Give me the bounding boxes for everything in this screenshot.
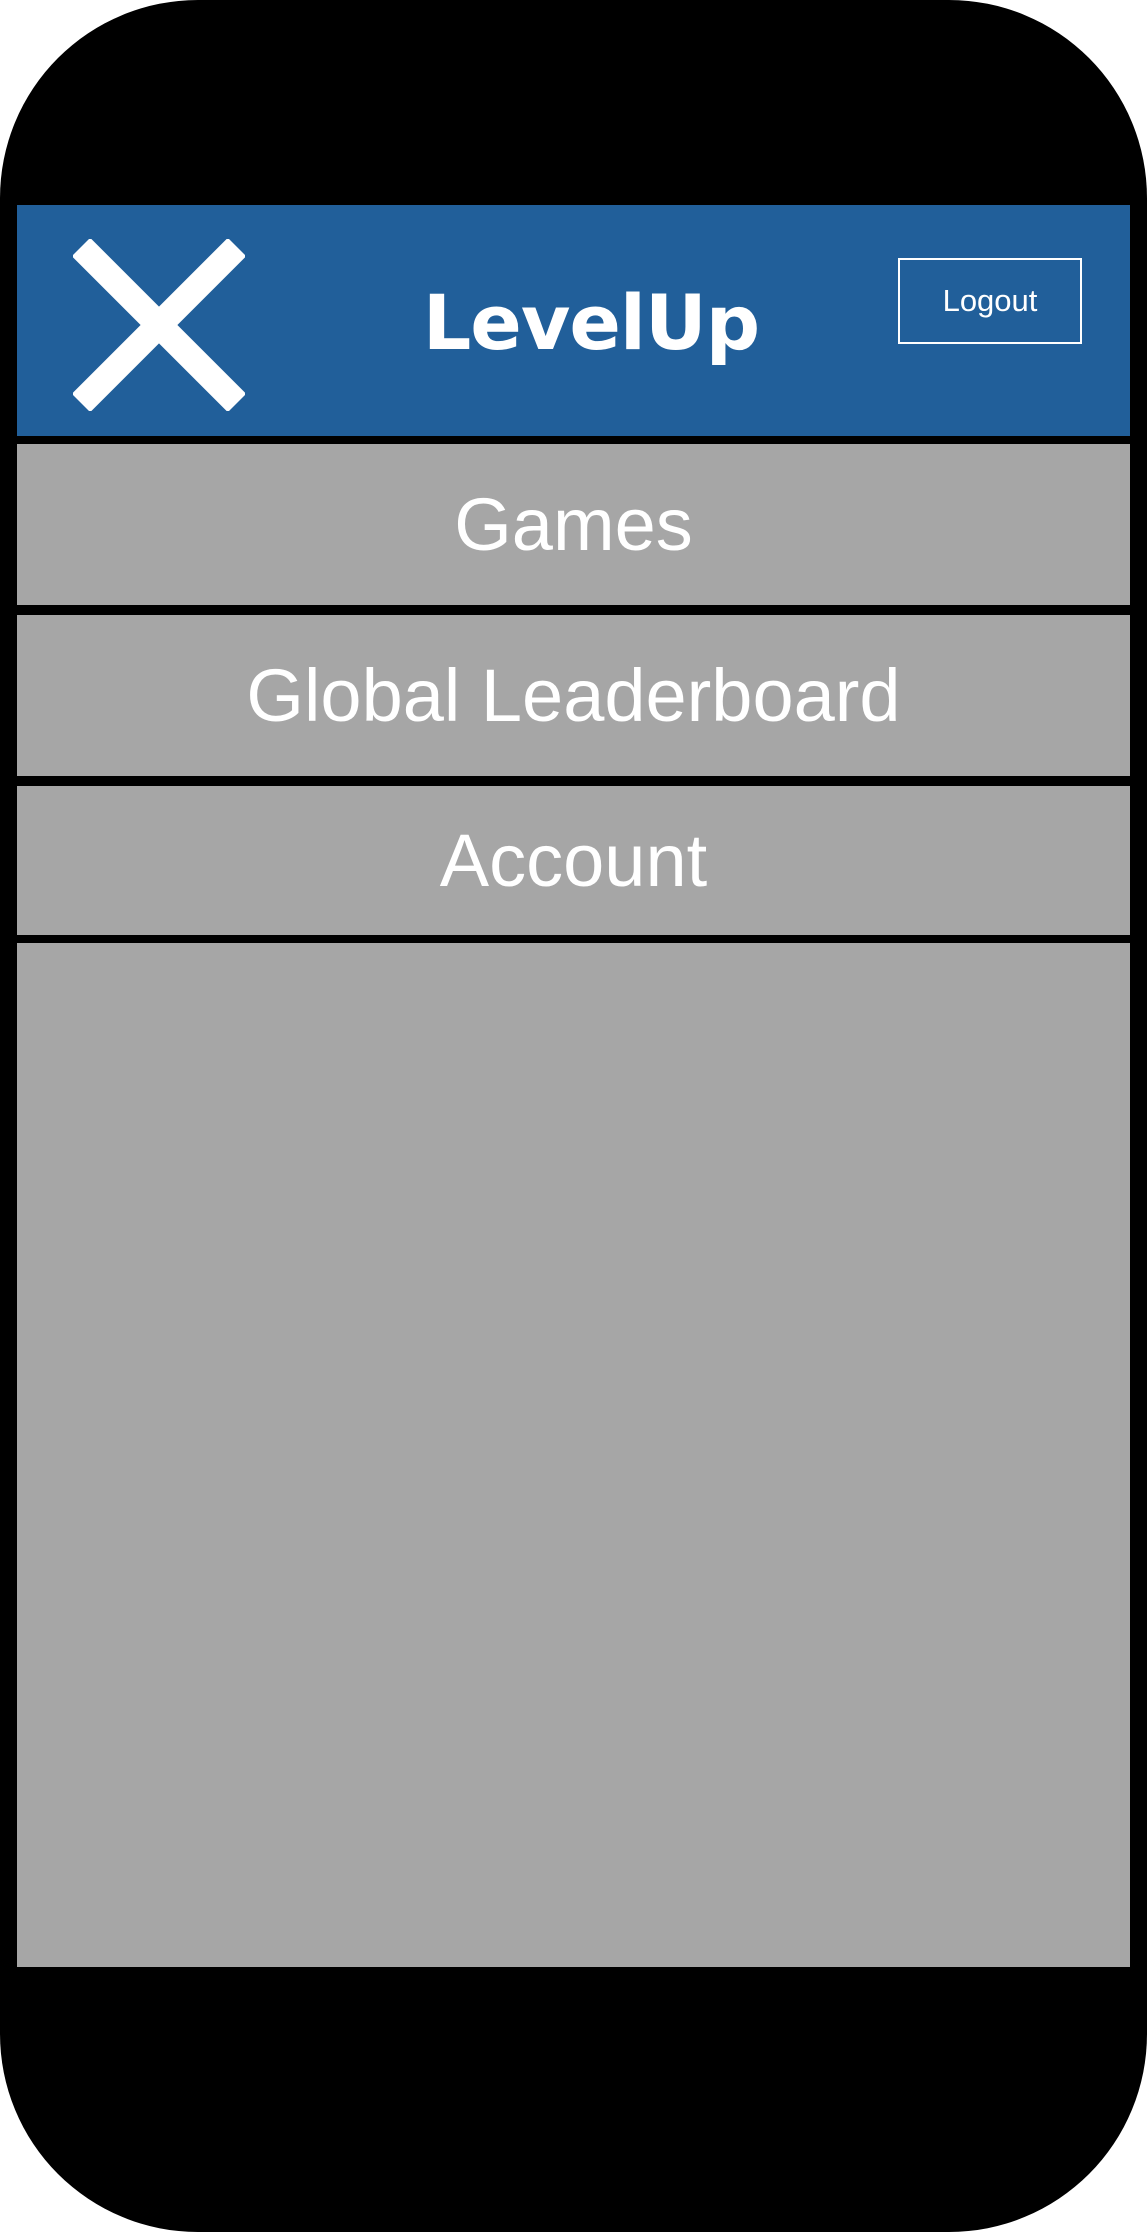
menu-item-global-leaderboard[interactable]: Global Leaderboard <box>17 615 1130 776</box>
close-icon <box>73 239 245 411</box>
brand-logo: LevelUp <box>422 278 760 367</box>
app-screen: LevelUp Logout Games Global Leaderboard … <box>17 205 1130 1967</box>
logout-button[interactable]: Logout <box>898 258 1082 344</box>
phone-frame: LevelUp Logout Games Global Leaderboard … <box>0 0 1147 2232</box>
app-header: LevelUp Logout <box>17 205 1130 436</box>
menu-empty-area <box>17 943 1130 1967</box>
menu-item-account[interactable]: Account <box>17 786 1130 935</box>
menu-item-games[interactable]: Games <box>17 444 1130 605</box>
close-menu-button[interactable] <box>73 239 245 411</box>
